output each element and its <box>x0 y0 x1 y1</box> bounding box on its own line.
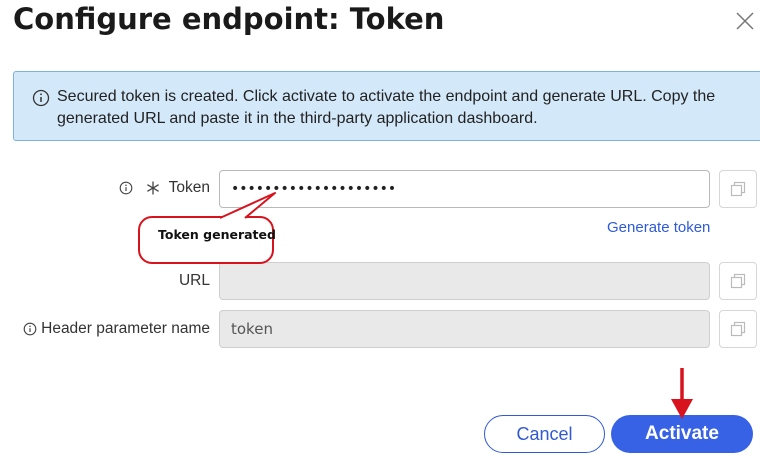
cancel-button[interactable]: Cancel <box>484 415 605 453</box>
header-param-label-row: Header parameter name <box>20 319 210 339</box>
info-icon <box>32 89 50 107</box>
header-param-field: token <box>219 310 710 348</box>
token-copy-button[interactable] <box>719 170 757 208</box>
copy-icon <box>730 273 746 289</box>
dialog-title: Configure endpoint: Token <box>13 2 445 36</box>
url-label: URL <box>178 272 210 289</box>
header-param-copy-button[interactable] <box>719 310 757 348</box>
header-param-info-icon[interactable] <box>23 322 37 336</box>
url-label-row: URL <box>150 271 210 291</box>
url-copy-button[interactable] <box>719 262 757 300</box>
annotation-arrow-icon <box>671 368 693 419</box>
token-label-row: Token <box>110 178 210 198</box>
token-info-icon[interactable] <box>119 181 133 195</box>
token-input[interactable]: •••••••••••••••••••• <box>219 170 710 208</box>
callout-text: Token generated <box>158 227 276 242</box>
header-param-value: token <box>231 320 273 338</box>
banner-message: Secured token is created. Click activate… <box>57 88 716 127</box>
callout-pointer <box>219 192 276 219</box>
close-icon[interactable] <box>734 10 756 32</box>
url-field <box>219 262 710 300</box>
copy-icon <box>730 181 746 197</box>
required-asterisk-icon <box>145 180 161 196</box>
header-param-label: Header parameter name <box>41 320 210 337</box>
copy-icon <box>730 321 746 337</box>
info-banner: Secured token is created. Click activate… <box>13 71 760 141</box>
generate-token-link[interactable]: Generate token <box>607 219 710 236</box>
